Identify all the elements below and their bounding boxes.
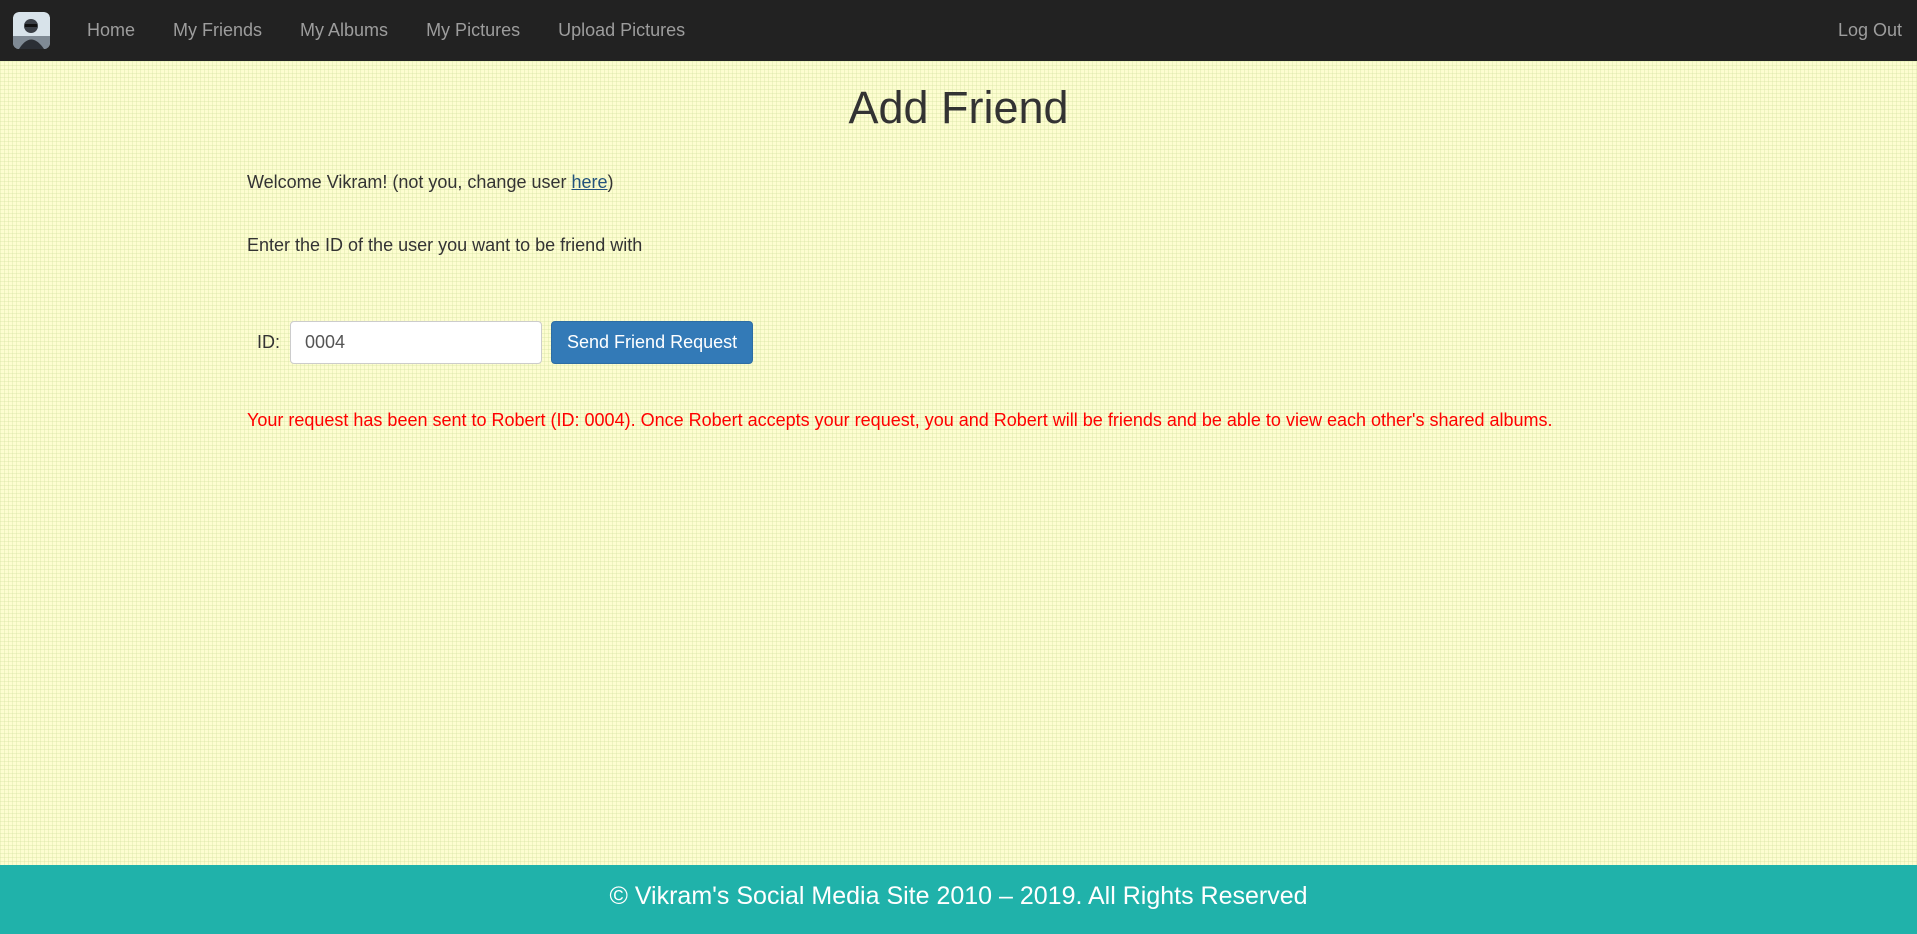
top-navbar: Home My Friends My Albums My Pictures Up…	[0, 0, 1917, 61]
request-status-message: Your request has been sent to Robert (ID…	[247, 410, 1553, 430]
add-friend-form: ID: Send Friend Request	[257, 321, 754, 364]
footer: © Vikram's Social Media Site 2010 – 2019…	[0, 865, 1917, 934]
footer-copyright: © Vikram's Social Media Site 2010 – 2019…	[609, 882, 1308, 910]
nav-my-friends[interactable]: My Friends	[154, 0, 281, 61]
change-user-link[interactable]: here	[571, 172, 607, 192]
nav-my-albums[interactable]: My Albums	[281, 0, 407, 61]
page-title: Add Friend	[848, 82, 1069, 133]
nav-home[interactable]: Home	[68, 0, 154, 61]
id-label: ID:	[257, 332, 281, 352]
friend-id-input[interactable]	[290, 321, 543, 364]
user-avatar-logo-icon[interactable]	[13, 12, 50, 49]
welcome-suffix: )	[607, 172, 614, 192]
instructions-text: Enter the ID of the user you want to be …	[247, 235, 643, 255]
nav-log-out[interactable]: Log Out	[1819, 0, 1917, 61]
send-friend-request-button[interactable]: Send Friend Request	[551, 321, 754, 364]
nav-upload-pictures[interactable]: Upload Pictures	[539, 0, 704, 61]
nav-my-pictures[interactable]: My Pictures	[407, 0, 539, 61]
welcome-message: Welcome Vikram! (not you, change user he…	[247, 172, 614, 193]
welcome-prefix: Welcome Vikram! (not you, change user	[247, 172, 572, 192]
